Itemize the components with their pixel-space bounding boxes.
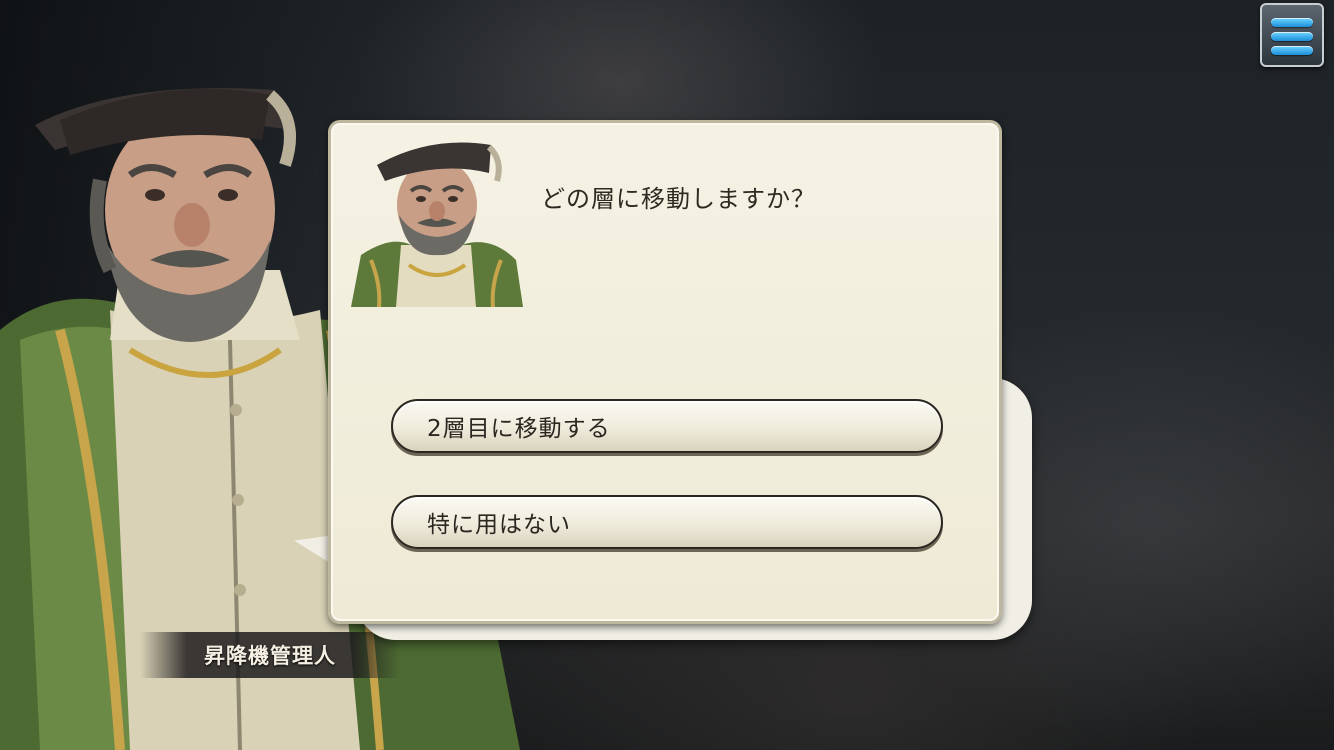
choice-label: 2層目に移動する <box>427 416 611 442</box>
choice-label: 特に用はない <box>427 512 571 538</box>
speaker-nameplate: 昇降機管理人 <box>140 632 400 678</box>
menu-button[interactable] <box>1260 3 1324 67</box>
choice-move-to-floor-2-button[interactable]: 2層目に移動する <box>391 399 943 453</box>
speaker-face-icon <box>351 142 523 307</box>
dialog-panel: どの層に移動しますか？ 2層目に移動する 特に用はない <box>328 120 1002 624</box>
choice-no-business-button[interactable]: 特に用はない <box>391 495 943 549</box>
dialog-question: どの層に移動しますか？ <box>541 185 816 213</box>
